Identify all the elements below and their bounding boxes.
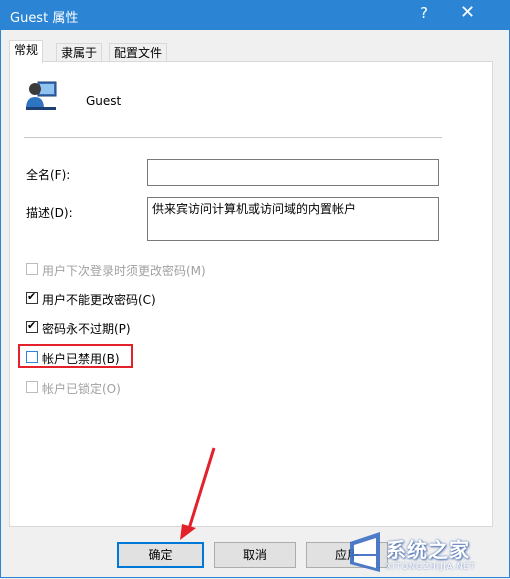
checkbox-box[interactable]: ✔	[26, 319, 38, 333]
user-account-icon	[26, 81, 57, 110]
checkbox-label: 用户不能更改密码(C)	[42, 293, 156, 307]
tab-member-of[interactable]: 隶属于	[56, 43, 103, 63]
description-field[interactable]: 供来宾访问计算机或访问域的内置帐户	[147, 197, 439, 241]
checkbox-label: 帐户已锁定(O)	[42, 382, 121, 396]
fullname-label: 全名(F):	[26, 168, 71, 182]
description-label: 描述(D):	[26, 206, 73, 220]
highlight-box	[18, 344, 133, 368]
tab-general[interactable]: 常规	[9, 40, 44, 63]
user-name: Guest	[86, 94, 122, 108]
checkbox-box[interactable]	[26, 381, 38, 393]
window-title: Guest 属性	[10, 11, 79, 26]
checkbox-label: 密码永不过期(P)	[42, 322, 131, 336]
checkbox-box[interactable]	[26, 263, 38, 275]
cancel-button[interactable]: 取消	[214, 542, 296, 568]
help-button[interactable]: ?	[420, 4, 428, 22]
fullname-field[interactable]	[147, 159, 439, 186]
checkbox-box[interactable]: ✔	[26, 290, 38, 304]
checkbox-label: 用户下次登录时须更改密码(M)	[42, 264, 206, 278]
tab-profile[interactable]: 配置文件	[109, 43, 168, 63]
ok-button[interactable]: 确定	[117, 542, 204, 568]
watermark-text: 系统之家	[386, 538, 470, 562]
checkmark-icon: ✔	[27, 290, 37, 303]
checkmark-icon: ✔	[27, 319, 37, 332]
title-bar: Guest 属性 ? ✕	[0, 0, 510, 30]
separator	[24, 137, 442, 138]
watermark-subtext: XITONGZHIJIA.NET	[386, 562, 476, 571]
close-button[interactable]: ✕	[460, 2, 475, 23]
